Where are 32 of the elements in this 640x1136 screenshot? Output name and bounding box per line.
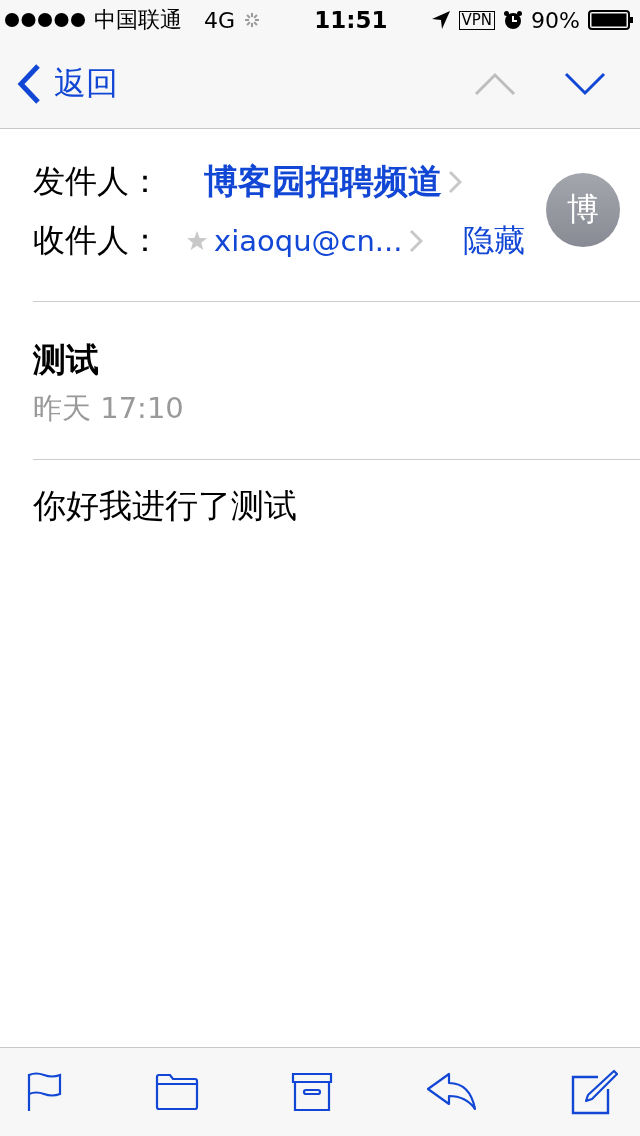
network-type: 4G xyxy=(204,7,236,33)
flag-icon xyxy=(26,1072,62,1112)
hide-link[interactable]: 隐藏 xyxy=(462,220,525,262)
vpn-badge: VPN xyxy=(458,10,496,30)
sender-label: 发件人： xyxy=(33,161,162,202)
alarm-clock-icon xyxy=(503,10,524,30)
recipient-address[interactable]: xiaoqu@cn... xyxy=(214,224,403,258)
battery-percent: 90% xyxy=(531,7,580,33)
carrier-name: 中国联通 xyxy=(94,6,182,34)
up-chevron-icon xyxy=(474,72,516,96)
clock-time: 11:51 xyxy=(314,7,388,33)
archive-button[interactable] xyxy=(289,1070,335,1114)
star-icon xyxy=(186,230,208,252)
reply-arrow-icon xyxy=(425,1072,478,1112)
message-date: 昨天 17:10 xyxy=(33,390,185,427)
sender-avatar: 博 xyxy=(546,173,620,247)
message-subject: 测试 xyxy=(33,339,100,381)
location-arrow-icon xyxy=(430,10,451,30)
activity-spinner-icon xyxy=(243,11,262,29)
signal-icon xyxy=(4,12,86,28)
compose-icon xyxy=(570,1069,618,1115)
back-button[interactable]: 返回 xyxy=(16,62,118,106)
down-chevron-icon xyxy=(564,72,606,96)
folder-icon xyxy=(154,1073,199,1111)
battery-icon xyxy=(588,10,634,30)
recipient-label: 收件人： xyxy=(33,220,162,261)
message-body: 你好我进行了测试 xyxy=(33,485,298,527)
sender-name[interactable]: 博客园招聘频道 xyxy=(204,159,442,205)
chevron-right-icon xyxy=(448,170,462,194)
chevron-right-icon xyxy=(408,229,423,253)
back-chevron-icon xyxy=(16,63,42,105)
archive-box-icon xyxy=(291,1072,333,1112)
